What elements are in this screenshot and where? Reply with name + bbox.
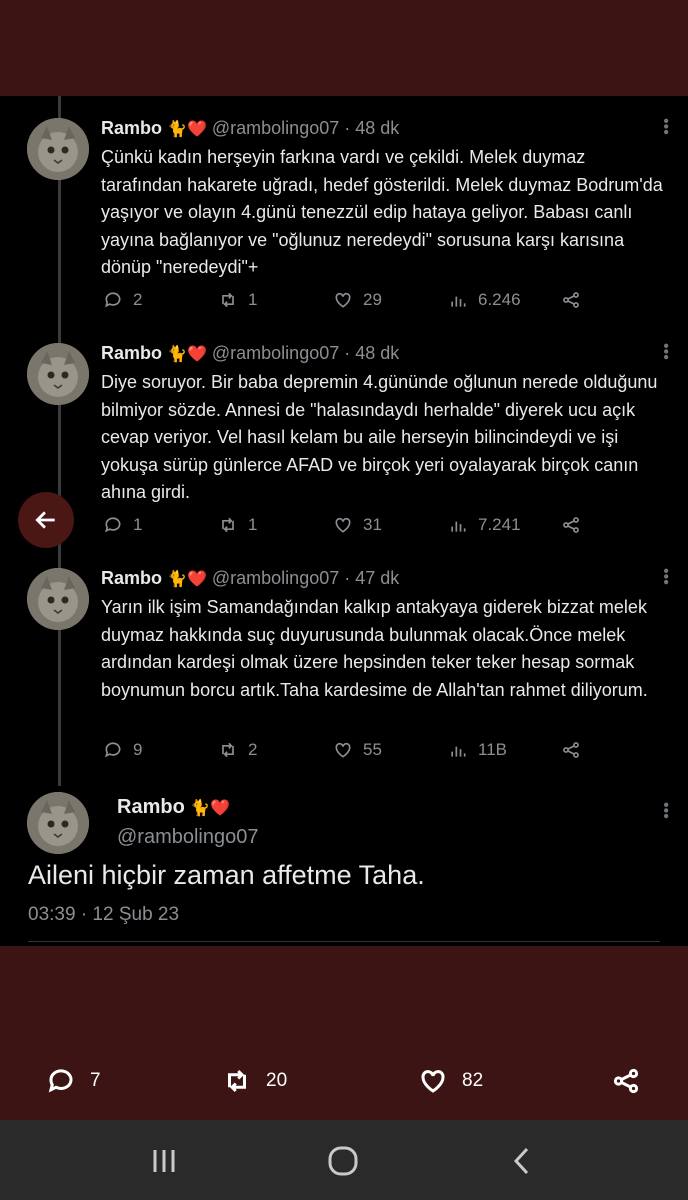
views-button[interactable]: 11B [448,740,507,760]
like-count: 29 [363,290,382,309]
system-back-button[interactable] [502,1144,542,1178]
more-icon[interactable]: ••• [657,118,674,135]
back-arrow-icon [35,511,55,529]
author-meta: @rambolingo07 · 48 dk [211,118,400,138]
more-icon[interactable]: ••• [657,343,674,360]
avatar[interactable] [27,343,89,405]
author-name[interactable]: Rambo [101,343,162,363]
author-emoji: 🐈❤️ [167,569,207,588]
author-name[interactable]: Rambo [101,118,162,138]
reply-button[interactable]: 2 [103,290,142,310]
author-name[interactable]: Rambo [101,568,162,588]
top-band [0,0,688,96]
like-count: 31 [363,515,382,534]
bottom-retweet-count: 20 [266,1070,288,1091]
more-icon[interactable]: ••• [657,802,674,819]
reply-icon [48,1069,73,1093]
share-button[interactable] [561,740,581,760]
main-name-text: Rambo [117,796,185,818]
views-icon [451,296,466,307]
like-icon [335,742,351,758]
share-icon [563,742,579,758]
back-chevron-icon [513,1147,529,1175]
reply-icon [105,292,121,308]
retweet-button[interactable]: 1 [218,515,257,535]
views-icon [451,746,466,757]
tweet-thread: Rambo 🐈❤️ @rambolingo07 · 48 dk ••• Çünk… [0,96,688,946]
bottom-like-button[interactable]: 82 [418,1066,483,1096]
reply-icon [105,742,121,758]
bottom-reply-count: 7 [90,1070,101,1091]
share-icon [563,517,579,533]
recents-button[interactable] [144,1144,184,1178]
bottom-action-bar: 7 20 82 [0,1058,688,1106]
author-emoji: 🐈❤️ [167,344,207,363]
reply-count: 1 [133,515,143,534]
like-count: 55 [363,740,382,759]
share-icon [613,1068,639,1094]
author-meta: @rambolingo07 · 47 dk [211,568,400,588]
author-meta: @rambolingo07 · 48 dk [211,343,400,363]
share-button[interactable] [561,290,581,310]
like-icon [335,517,351,533]
like-icon [335,292,351,308]
reply-button[interactable]: 9 [103,740,142,760]
share-button[interactable] [561,515,581,535]
recents-icon [153,1150,175,1172]
like-button[interactable]: 55 [333,740,382,760]
tweet-text: Diye soruyor. Bir baba depremin 4.gününd… [101,372,658,502]
main-tweet-text: Aileni hiçbir zaman affetme Taha. [28,860,425,890]
retweet-count: 1 [248,290,258,309]
views-count: 7.241 [478,515,521,534]
tweet-actions: 1 1 31 7.241 [103,515,623,539]
like-button[interactable]: 29 [333,290,382,310]
more-icon[interactable]: ••• [657,568,674,585]
divider [28,941,660,942]
tweet-actions: 2 1 29 6.246 [103,290,623,314]
tweet-header: Rambo 🐈❤️ @rambolingo07 · 48 dk [101,118,399,139]
bottom-retweet-button[interactable]: 20 [222,1066,287,1096]
author-emoji: 🐈❤️ [167,119,207,138]
bottom-reply-button[interactable]: 7 [46,1066,101,1096]
tweet-text: Yarın ilk işim Samandağından kalkıp anta… [101,597,648,700]
views-button[interactable]: 6.246 [448,290,521,310]
thread-line [58,96,61,786]
reply-count: 9 [133,740,143,759]
retweet-icon [222,292,234,308]
avatar[interactable] [27,568,89,630]
main-author-name[interactable]: Rambo 🐈❤️ [117,796,230,819]
bottom-like-count: 82 [462,1070,484,1091]
retweet-icon [228,1069,246,1093]
reply-count: 2 [133,290,143,309]
home-icon [328,1146,358,1176]
retweet-button[interactable]: 2 [218,740,257,760]
tweet-header: Rambo 🐈❤️ @rambolingo07 · 48 dk [101,343,399,364]
views-icon [451,521,466,532]
retweet-icon [222,742,234,758]
like-button[interactable]: 31 [333,515,382,535]
retweet-icon [222,517,234,533]
views-button[interactable]: 7.241 [448,515,521,535]
reply-button[interactable]: 1 [103,515,142,535]
back-button[interactable] [18,492,74,548]
main-author-emoji: 🐈❤️ [190,798,231,817]
main-tweet-timestamp[interactable]: 03:39 · 12 Şub 23 [28,904,179,926]
views-count: 6.246 [478,290,521,309]
like-icon [421,1070,445,1093]
retweet-count: 2 [248,740,258,759]
avatar[interactable] [27,118,89,180]
main-avatar[interactable] [27,792,89,854]
share-icon [563,292,579,308]
home-button[interactable] [323,1144,363,1178]
tweet-header: Rambo 🐈❤️ @rambolingo07 · 47 dk [101,568,399,589]
views-count: 11B [478,740,507,759]
retweet-button[interactable]: 1 [218,290,257,310]
main-author-handle[interactable]: @rambolingo07 [117,826,259,849]
tweet-actions: 9 2 55 11B [103,740,623,764]
reply-icon [105,517,121,533]
tweet-text: Çünkü kadın herşeyin farkına vardı ve çe… [101,147,663,277]
android-nav-bar [0,1120,688,1200]
bottom-share-button[interactable] [611,1066,641,1096]
retweet-count: 1 [248,515,258,534]
